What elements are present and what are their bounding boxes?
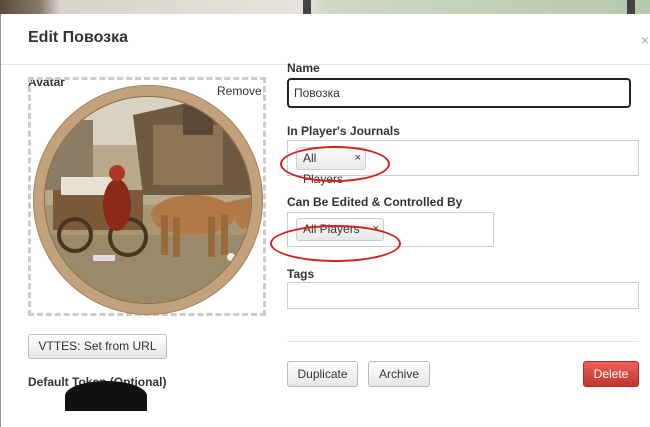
remove-avatar-link[interactable]: Remove [217, 84, 262, 98]
actions-divider [287, 341, 639, 342]
dialog-title: Edit Повозка [28, 29, 128, 46]
journals-chip-all-players: All Players × [296, 147, 366, 186]
controlled-by-select[interactable]: All Players × [287, 212, 494, 247]
duplicate-button[interactable]: Duplicate [287, 361, 358, 387]
chip-remove-icon[interactable]: × [373, 219, 379, 240]
journals-label: In Player's Journals [287, 124, 400, 138]
scrollbar-thumb[interactable] [303, 0, 311, 14]
controlled-by-chip-all-players: All Players × [296, 218, 384, 241]
tags-input[interactable] [287, 282, 639, 309]
scrollbar-thumb[interactable] [627, 0, 635, 14]
portrait-image-icon [35, 87, 261, 313]
tags-label: Tags [287, 267, 315, 281]
chip-label: All Players [303, 222, 360, 236]
controlled-by-label: Can Be Edited & Controlled By [287, 195, 463, 209]
chip-label: All Players [303, 151, 344, 186]
name-input[interactable] [287, 78, 631, 108]
default-token-image[interactable] [65, 381, 147, 411]
avatar-image [33, 85, 263, 315]
close-icon[interactable]: × [641, 32, 649, 48]
chip-remove-icon[interactable]: × [355, 148, 361, 169]
archive-button[interactable]: Archive [368, 361, 430, 387]
title-divider [1, 64, 650, 65]
set-from-url-button[interactable]: VTTES: Set from URL [28, 334, 167, 359]
journals-select[interactable]: All Players × [287, 140, 639, 186]
background-app-strip [0, 0, 650, 14]
name-label: Name [287, 61, 320, 75]
delete-button[interactable]: Delete [583, 361, 639, 387]
